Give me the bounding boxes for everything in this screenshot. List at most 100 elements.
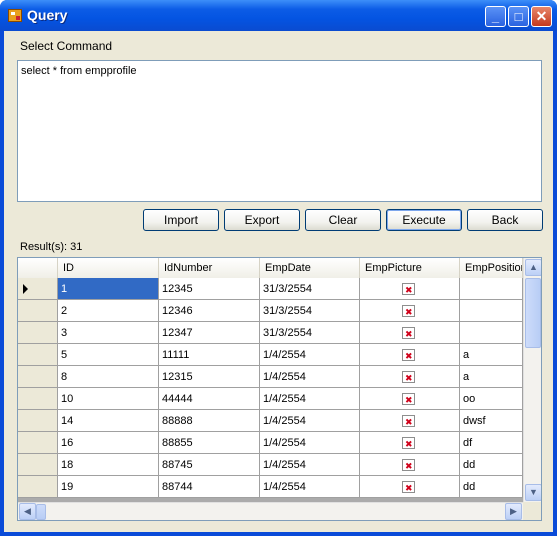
cell-idnumber[interactable]: 12345 — [159, 278, 260, 300]
cell-empdate[interactable]: 31/3/2554 — [260, 278, 360, 300]
row-header[interactable] — [18, 278, 58, 300]
scroll-left-icon[interactable]: ◀ — [19, 503, 36, 520]
table-row[interactable]: 10444441/4/2554 oo — [18, 388, 523, 410]
cell-idnumber[interactable]: 88855 — [159, 432, 260, 454]
maximize-button[interactable]: □ — [508, 6, 529, 27]
cell-emppicture[interactable] — [360, 366, 460, 388]
horizontal-scrollbar[interactable]: ◀ ▶ — [18, 502, 523, 520]
cell-id[interactable]: 8 — [58, 366, 159, 388]
vertical-scroll-thumb[interactable] — [525, 278, 541, 348]
row-header[interactable] — [18, 344, 58, 366]
cell-emppicture[interactable] — [360, 300, 460, 322]
row-header[interactable] — [18, 300, 58, 322]
scroll-down-icon[interactable]: ▼ — [525, 484, 541, 501]
cell-empposition[interactable]: a — [460, 366, 523, 388]
cell-idnumber[interactable]: 12315 — [159, 366, 260, 388]
cell-empposition[interactable]: dd — [460, 476, 523, 498]
cell-empdate[interactable]: 1/4/2554 — [260, 410, 360, 432]
cell-empdate[interactable]: 31/3/2554 — [260, 300, 360, 322]
table-row[interactable]: 3 12347 31/3/2554 — [18, 322, 523, 344]
cell-empposition[interactable]: a — [460, 344, 523, 366]
scroll-right-icon[interactable]: ▶ — [505, 503, 522, 520]
title-bar[interactable]: Query _ □ ✕ — [0, 0, 557, 31]
cell-empposition[interactable]: oo — [460, 388, 523, 410]
cell-id[interactable]: 10 — [58, 388, 159, 410]
table-row[interactable]: 1 12345 31/3/2554 — [18, 278, 523, 300]
cell-empdate[interactable]: 1/4/2554 — [260, 432, 360, 454]
cell-idnumber[interactable]: 44444 — [159, 388, 260, 410]
row-header[interactable] — [18, 476, 58, 498]
cell-emppicture[interactable] — [360, 344, 460, 366]
cell-emppicture[interactable] — [360, 476, 460, 498]
row-header[interactable] — [18, 366, 58, 388]
row-header[interactable] — [18, 410, 58, 432]
cell-idnumber[interactable]: 88745 — [159, 454, 260, 476]
cell-empdate[interactable]: 1/4/2554 — [260, 454, 360, 476]
execute-button[interactable]: Execute — [386, 209, 462, 231]
cell-empdate[interactable]: 1/4/2554 — [260, 366, 360, 388]
vertical-scrollbar[interactable]: ▲ ▼ — [523, 258, 541, 502]
broken-image-icon — [402, 279, 415, 299]
cell-empdate[interactable]: 1/4/2554 — [260, 344, 360, 366]
broken-image-icon — [402, 323, 415, 343]
table-row[interactable]: 16888551/4/2554 df — [18, 432, 523, 454]
clear-button[interactable]: Clear — [305, 209, 381, 231]
cell-idnumber[interactable]: 88888 — [159, 410, 260, 432]
broken-image-icon — [402, 345, 415, 365]
cell-empdate[interactable]: 1/4/2554 — [260, 388, 360, 410]
table-row[interactable]: 2 12346 31/3/2554 — [18, 300, 523, 322]
table-row[interactable]: 18887451/4/2554 dd — [18, 454, 523, 476]
cell-empposition[interactable] — [460, 322, 523, 344]
cell-emppicture[interactable] — [360, 432, 460, 454]
cell-emppicture[interactable] — [360, 454, 460, 476]
cell-idnumber[interactable]: 11111 — [159, 344, 260, 366]
row-header[interactable] — [18, 454, 58, 476]
command-textbox[interactable]: select * from empprofile — [17, 60, 542, 202]
cell-empdate[interactable]: 1/4/2554 — [260, 476, 360, 498]
cell-idnumber[interactable]: 12347 — [159, 322, 260, 344]
scroll-up-icon[interactable]: ▲ — [525, 259, 541, 276]
cell-empposition[interactable] — [460, 300, 523, 322]
results-grid[interactable]: ID IdNumber EmpDate EmpPicture EmpPositi… — [17, 257, 542, 521]
row-header[interactable] — [18, 388, 58, 410]
cell-id[interactable]: 5 — [58, 344, 159, 366]
cell-id[interactable]: 3 — [58, 322, 159, 344]
cell-idnumber[interactable]: 88744 — [159, 476, 260, 498]
column-header-empposition[interactable]: EmpPosition — [460, 258, 523, 278]
column-header-id[interactable]: ID — [58, 258, 159, 278]
table-row[interactable]: 8123151/4/2554 a — [18, 366, 523, 388]
cell-emppicture[interactable] — [360, 278, 460, 300]
close-button[interactable]: ✕ — [531, 6, 552, 27]
row-header[interactable] — [18, 322, 58, 344]
client-area: Select Command select * from empprofile … — [4, 31, 553, 532]
table-row[interactable]: 19887441/4/2554 dd — [18, 476, 523, 498]
column-header-idnumber[interactable]: IdNumber — [159, 258, 260, 278]
cell-id[interactable]: 2 — [58, 300, 159, 322]
cell-empposition[interactable]: dwsf — [460, 410, 523, 432]
cell-id[interactable]: 16 — [58, 432, 159, 454]
cell-emppicture[interactable] — [360, 322, 460, 344]
export-button[interactable]: Export — [224, 209, 300, 231]
cell-id[interactable]: 19 — [58, 476, 159, 498]
cell-id[interactable]: 1 — [58, 278, 159, 300]
cell-id[interactable]: 18 — [58, 454, 159, 476]
cell-id[interactable]: 14 — [58, 410, 159, 432]
cell-empposition[interactable]: dd — [460, 454, 523, 476]
column-header-emppicture[interactable]: EmpPicture — [360, 258, 460, 278]
cell-idnumber[interactable]: 12346 — [159, 300, 260, 322]
column-header-empdate[interactable]: EmpDate — [260, 258, 360, 278]
import-button[interactable]: Import — [143, 209, 219, 231]
cell-emppicture[interactable] — [360, 410, 460, 432]
table-row[interactable]: 5111111/4/2554 a — [18, 344, 523, 366]
cell-empposition[interactable]: df — [460, 432, 523, 454]
broken-image-icon — [402, 411, 415, 431]
table-row[interactable]: 14888881/4/2554 dwsf — [18, 410, 523, 432]
cell-empposition[interactable] — [460, 278, 523, 300]
grid-header-row: ID IdNumber EmpDate EmpPicture EmpPositi… — [18, 258, 523, 279]
row-header[interactable] — [18, 432, 58, 454]
minimize-button[interactable]: _ — [485, 6, 506, 27]
cell-empdate[interactable]: 31/3/2554 — [260, 322, 360, 344]
horizontal-scroll-thumb[interactable] — [36, 504, 46, 520]
cell-emppicture[interactable] — [360, 388, 460, 410]
back-button[interactable]: Back — [467, 209, 543, 231]
